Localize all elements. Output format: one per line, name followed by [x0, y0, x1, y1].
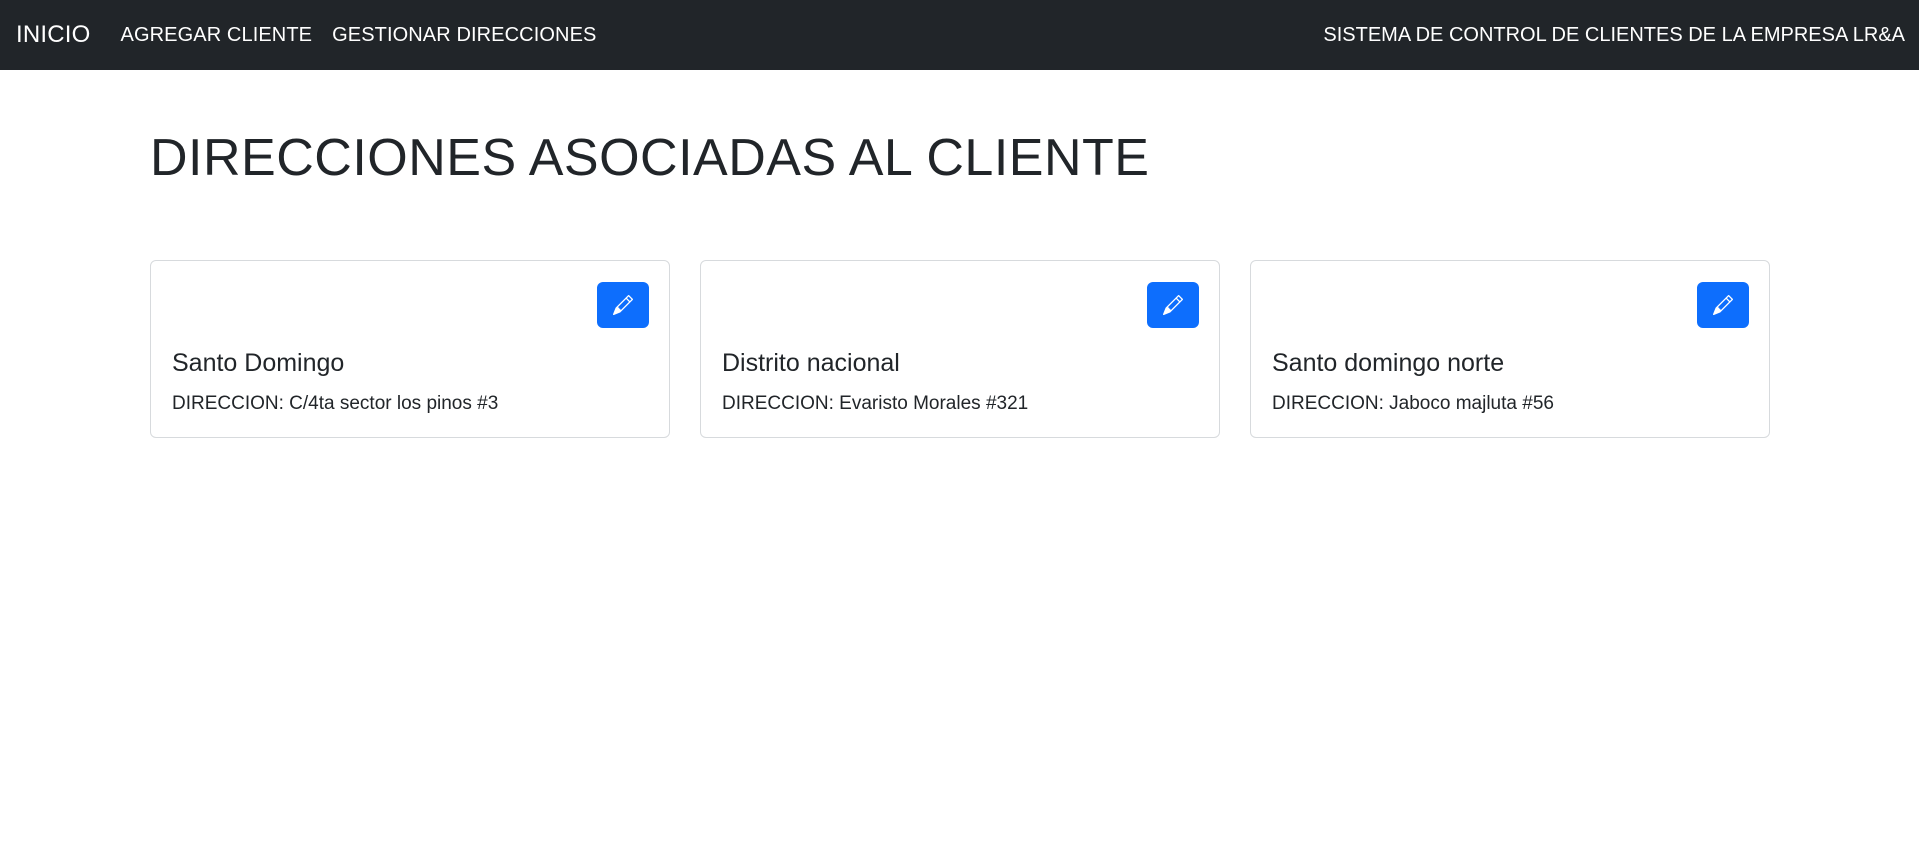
edit-address-button[interactable] — [597, 282, 649, 328]
top-navbar: INICIO AGREGAR CLIENTE GESTIONAR DIRECCI… — [0, 0, 1919, 70]
pencil-icon — [1713, 295, 1733, 315]
address-card: Santo domingo norte DIRECCION: Jaboco ma… — [1250, 260, 1770, 438]
card-address: DIRECCION: Evaristo Morales #321 — [722, 393, 1029, 414]
card-title: Distrito nacional — [722, 349, 900, 377]
pencil-icon — [1163, 295, 1183, 315]
system-title: SISTEMA DE CONTROL DE CLIENTES DE LA EMP… — [1323, 23, 1905, 46]
card-address: DIRECCION: C/4ta sector los pinos #3 — [172, 393, 499, 414]
page-title: DIRECCIONES ASOCIADAS AL CLIENTE — [150, 129, 1150, 187]
address-card: Santo Domingo DIRECCION: C/4ta sector lo… — [150, 260, 670, 438]
address-card-list: Santo Domingo DIRECCION: C/4ta sector lo… — [150, 260, 1770, 438]
pencil-icon — [613, 295, 633, 315]
card-title: Santo Domingo — [172, 349, 345, 377]
edit-address-button[interactable] — [1697, 282, 1749, 328]
address-card: Distrito nacional DIRECCION: Evaristo Mo… — [700, 260, 1220, 438]
nav-link-gestionar-direcciones[interactable]: GESTIONAR DIRECCIONES — [332, 24, 596, 47]
nav-link-agregar-cliente[interactable]: AGREGAR CLIENTE — [121, 24, 313, 47]
card-title: Santo domingo norte — [1272, 349, 1505, 377]
main-container: DIRECCIONES ASOCIADAS AL CLIENTE Santo D… — [150, 70, 1770, 438]
card-address: DIRECCION: Jaboco majluta #56 — [1272, 393, 1554, 414]
nav-brand-inicio[interactable]: INICIO — [16, 21, 91, 49]
edit-address-button[interactable] — [1147, 282, 1199, 328]
